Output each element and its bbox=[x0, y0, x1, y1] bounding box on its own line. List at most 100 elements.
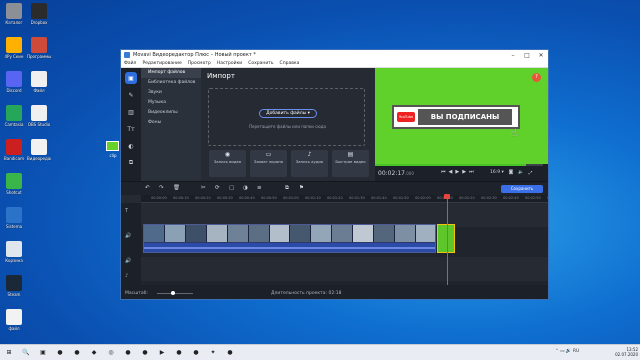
filters-tool-icon[interactable]: ✎ bbox=[125, 89, 137, 101]
redo-icon[interactable]: ↷ bbox=[159, 185, 164, 191]
ruler-tick: 00:00:20 bbox=[195, 196, 211, 200]
titles-tool-icon[interactable]: Tт bbox=[125, 123, 137, 135]
playhead[interactable] bbox=[447, 195, 448, 285]
fullscreen-icon[interactable]: ⤢ bbox=[529, 170, 533, 176]
more-tools-icon[interactable]: ⧉ bbox=[125, 157, 137, 169]
desktop-right-0[interactable]: Dropbox bbox=[27, 3, 51, 25]
menu-save[interactable]: Сохранить bbox=[245, 61, 276, 66]
desktop-left-6[interactable]: Sistema bbox=[2, 207, 26, 229]
menu-view[interactable]: Просмотр bbox=[185, 61, 214, 66]
desktop-left-4[interactable]: Bandicam bbox=[2, 139, 26, 161]
playhead-handle[interactable] bbox=[444, 194, 450, 199]
desktop-left-7[interactable]: Корзина bbox=[2, 241, 26, 263]
undo-icon[interactable]: ↶ bbox=[145, 185, 150, 191]
record-audio-button[interactable]: ♪ Запись аудио bbox=[291, 150, 328, 177]
preview-canvas[interactable]: ? YouTube ВЫ ПОДПИСАНЫ ☝ bbox=[375, 68, 548, 164]
taskbar-app-icon[interactable]: ● bbox=[174, 348, 184, 358]
taskbar-app-icon[interactable]: ● bbox=[55, 348, 65, 358]
import-tool-icon[interactable]: ▣ bbox=[125, 72, 137, 84]
quick-video-button[interactable]: ▤ Быстрое видео bbox=[332, 150, 369, 177]
taskbar-app-icon[interactable]: ⊞ bbox=[4, 348, 14, 358]
record-video-button[interactable]: ◉ Запись видео bbox=[209, 150, 246, 177]
desktop-left-0[interactable]: Каталог bbox=[2, 3, 26, 25]
taskbar-app-icon[interactable]: ● bbox=[72, 348, 82, 358]
desktop-left-9[interactable]: файл bbox=[2, 309, 26, 331]
seek-bar[interactable] bbox=[375, 164, 543, 166]
ruler-tick: 00:02:40 bbox=[503, 196, 519, 200]
desktop-left-1[interactable]: 4Ру Скин bbox=[2, 37, 26, 59]
zoom-slider-knob[interactable] bbox=[171, 291, 176, 295]
prev-frame-icon[interactable]: ◀ bbox=[449, 169, 453, 175]
cut-icon[interactable]: ✂ bbox=[201, 185, 206, 191]
nav-music[interactable]: Музыка bbox=[141, 98, 201, 108]
play-icon[interactable]: ▶ bbox=[455, 169, 459, 175]
screen-capture-button[interactable]: ▭ Захват экрана bbox=[250, 150, 287, 177]
music-track[interactable] bbox=[141, 257, 548, 281]
nav-import-files[interactable]: Импорт файлов bbox=[141, 68, 201, 78]
desktop-left-5[interactable]: Shotcut bbox=[2, 173, 26, 195]
crop-icon[interactable]: ▢ bbox=[229, 185, 234, 191]
transitions-tool-icon[interactable]: ▥ bbox=[125, 106, 137, 118]
volume-icon[interactable]: 🔈 bbox=[518, 170, 524, 176]
menu-file[interactable]: Файл bbox=[121, 61, 139, 66]
ruler-tick: 00:01:50 bbox=[393, 196, 409, 200]
save-button[interactable]: Сохранить bbox=[501, 185, 543, 193]
desktop-right-4[interactable]: Видеоредактор bbox=[27, 139, 51, 161]
taskbar-app-icon[interactable]: ✦ bbox=[208, 348, 218, 358]
title-track-icon[interactable]: T bbox=[125, 208, 128, 214]
taskbar-app-icon[interactable]: ● bbox=[140, 348, 150, 358]
aspect-ratio-select[interactable]: 16:9 ▾ bbox=[490, 170, 504, 176]
desktop-left-8[interactable]: Steam bbox=[2, 275, 26, 297]
taskbar-app-icon[interactable]: 🔍 bbox=[21, 348, 31, 358]
timeline-ruler[interactable]: 00:00:00 00:00:10 00:00:20 00:00:30 00:00:40… bbox=[141, 195, 548, 203]
nav-library[interactable]: Библиотека файлов bbox=[141, 78, 201, 88]
taskbar-app-icon[interactable]: ◎ bbox=[106, 348, 116, 358]
video-clip[interactable] bbox=[143, 224, 436, 253]
system-tray[interactable]: ⌃ ▭ 🔊 RU bbox=[555, 349, 579, 354]
nav-videoclips[interactable]: Видеоклипы bbox=[141, 108, 201, 118]
desktop-left-3[interactable]: Camtasia bbox=[2, 105, 26, 127]
delete-icon[interactable]: 🗑 bbox=[173, 185, 180, 191]
desktop-right-2[interactable]: Файл bbox=[27, 71, 51, 93]
menu-edit[interactable]: Редактирование bbox=[139, 61, 184, 66]
ruler-tick: 00:00:50 bbox=[261, 196, 277, 200]
desktop-right-1[interactable]: Программы bbox=[27, 37, 51, 59]
video-track-sound-icon[interactable]: 🔊 bbox=[125, 233, 131, 239]
skip-end-icon[interactable]: ⏭ bbox=[469, 169, 474, 175]
green-clip-icon[interactable] bbox=[106, 141, 119, 151]
subscribed-badge: YouTube ВЫ ПОДПИСАНЫ bbox=[392, 105, 520, 129]
taskbar-app-icon[interactable]: ▣ bbox=[38, 348, 48, 358]
skip-start-icon[interactable]: ⏮ bbox=[441, 169, 446, 175]
music-track-icon[interactable]: ♪ bbox=[125, 273, 128, 279]
desktop-left-2[interactable]: Discord bbox=[2, 71, 26, 93]
maximize-button[interactable]: □ bbox=[520, 52, 534, 59]
stickers-tool-icon[interactable]: ◐ bbox=[125, 140, 137, 152]
next-frame-icon[interactable]: ▶ bbox=[462, 169, 466, 175]
menu-settings[interactable]: Настройки bbox=[214, 61, 245, 66]
clip-properties-icon[interactable]: ≡ bbox=[257, 185, 262, 191]
zoom-slider[interactable] bbox=[157, 293, 193, 294]
taskbar-app-icon[interactable]: ● bbox=[191, 348, 201, 358]
add-files-button[interactable]: Добавить файлы ▾ bbox=[259, 109, 317, 118]
green-screen-clip[interactable] bbox=[437, 224, 455, 253]
record-audio-label: Запись аудио bbox=[295, 158, 324, 164]
taskbar-app-icon[interactable]: ▶ bbox=[157, 348, 167, 358]
nav-backgrounds[interactable]: Фоны bbox=[141, 118, 201, 128]
minimize-button[interactable]: – bbox=[506, 52, 520, 59]
help-icon[interactable]: ? bbox=[532, 73, 541, 82]
color-adjust-icon[interactable]: ◑ bbox=[243, 185, 248, 191]
close-button[interactable]: ✕ bbox=[534, 52, 548, 59]
taskbar-app-icon[interactable]: ◆ bbox=[89, 348, 99, 358]
desktop-right-3[interactable]: OBS Studio bbox=[27, 105, 51, 127]
audio-track-sound-icon[interactable]: 🔊 bbox=[125, 258, 131, 264]
drop-zone[interactable]: Добавить файлы ▾ Перетащите файлы или па… bbox=[208, 88, 365, 146]
clock[interactable]: 13:52 02.07.2020 bbox=[604, 347, 638, 357]
menu-help[interactable]: Справка bbox=[277, 61, 303, 66]
marker-icon[interactable]: ⚑ bbox=[299, 185, 304, 191]
taskbar-app-icon[interactable]: ● bbox=[225, 348, 235, 358]
overlay-icon[interactable]: ⧉ bbox=[285, 185, 289, 192]
nav-sounds[interactable]: Звуки bbox=[141, 88, 201, 98]
rotate-icon[interactable]: ⟳ bbox=[215, 185, 220, 191]
snapshot-icon[interactable]: ◙ bbox=[509, 170, 513, 176]
taskbar-app-icon[interactable]: ● bbox=[123, 348, 133, 358]
